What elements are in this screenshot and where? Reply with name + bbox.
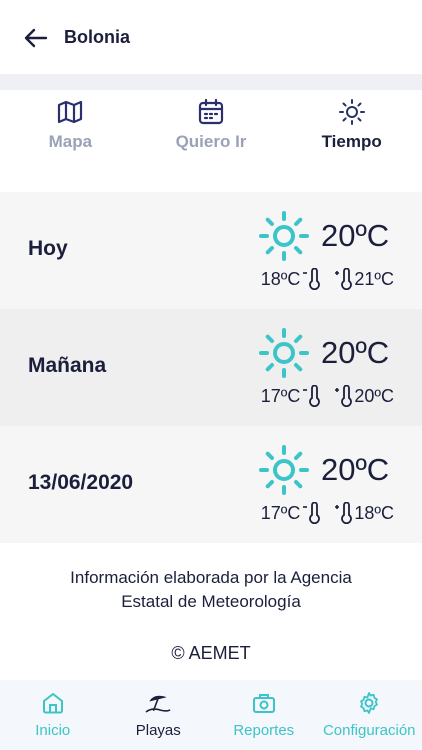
arrow-left-icon bbox=[24, 28, 48, 48]
max-temperature: 21ºC bbox=[354, 268, 394, 289]
thermometer-min-icon bbox=[302, 268, 321, 290]
min-max-temperatures: 17ºC 20ºC bbox=[261, 385, 394, 407]
min-temperature: 17ºC bbox=[260, 502, 301, 523]
nav-label: Reportes bbox=[233, 722, 295, 739]
tab-bar: Mapa Quiero Ir Tiempo bbox=[0, 90, 422, 255]
min-temperature: 18ºC bbox=[260, 268, 301, 289]
nav-playas[interactable]: Playas bbox=[106, 680, 212, 750]
nav-inicio[interactable]: Inicio bbox=[0, 680, 106, 750]
nav-label: Configuración bbox=[322, 722, 416, 739]
tab-quiero-ir[interactable]: Quiero Ir bbox=[141, 90, 282, 166]
max-temperature: 18ºC bbox=[354, 502, 394, 523]
nav-reportes[interactable]: Reportes bbox=[211, 680, 317, 750]
header-separator bbox=[0, 74, 422, 90]
page-title: Bolonia bbox=[64, 27, 130, 47]
thermometer-max-icon bbox=[334, 385, 353, 407]
forecast-day: 13/06/2020 bbox=[28, 471, 134, 494]
min-temperature: 17ºC bbox=[260, 385, 301, 406]
max-temperature: 20ºC bbox=[354, 385, 394, 406]
sun-icon bbox=[338, 98, 366, 126]
bottom-navigation: Inicio Playas Reportes Configuración bbox=[0, 680, 422, 750]
app-header: Bolonia bbox=[0, 0, 422, 74]
sun-icon bbox=[259, 328, 309, 378]
back-button[interactable] bbox=[22, 24, 50, 52]
forecast-list: Hoy 20ºC 18ºC 21ºC Mañana 20ºC 17ºC 20ºC… bbox=[0, 192, 422, 543]
forecast-row: Hoy 20ºC 18ºC 21ºC bbox=[0, 192, 422, 309]
sun-icon bbox=[259, 211, 309, 261]
thermometer-max-icon bbox=[334, 268, 353, 290]
forecast-row: Mañana 20ºC 17ºC 20ºC bbox=[0, 309, 422, 426]
current-temperature: 20ºC bbox=[321, 452, 390, 487]
info-line: Información elaborada por la Agencia bbox=[70, 568, 352, 587]
forecast-row: 13/06/2020 20ºC 17ºC 18ºC bbox=[0, 426, 422, 543]
tab-tiempo[interactable]: Tiempo bbox=[281, 90, 422, 166]
current-temperature: 20ºC bbox=[321, 335, 390, 370]
min-max-temperatures: 17ºC 18ºC bbox=[261, 502, 394, 524]
tab-label: Tiempo bbox=[321, 132, 382, 151]
calendar-icon bbox=[197, 98, 225, 126]
copyright-text: © AEMET bbox=[171, 643, 251, 663]
gear-icon bbox=[356, 690, 382, 716]
thermometer-min-icon bbox=[302, 385, 321, 407]
nav-configuracion[interactable]: Configuración bbox=[317, 680, 422, 750]
info-line: Estatal de Meteorología bbox=[121, 592, 301, 611]
thermometer-max-icon bbox=[334, 502, 353, 524]
map-icon bbox=[56, 98, 84, 126]
beach-umbrella-icon bbox=[145, 690, 171, 716]
tab-mapa[interactable]: Mapa bbox=[0, 90, 141, 166]
forecast-day: Hoy bbox=[28, 237, 68, 260]
thermometer-min-icon bbox=[302, 502, 321, 524]
camera-icon bbox=[251, 690, 277, 716]
nav-label: Playas bbox=[135, 722, 181, 739]
forecast-day: Mañana bbox=[28, 354, 107, 377]
tab-label: Quiero Ir bbox=[175, 132, 247, 151]
current-temperature: 20ºC bbox=[321, 218, 390, 253]
sun-icon bbox=[259, 445, 309, 495]
data-source-info: Información elaborada por la Agencia Est… bbox=[0, 566, 422, 614]
nav-label: Inicio bbox=[35, 722, 71, 739]
min-max-temperatures: 18ºC 21ºC bbox=[261, 268, 394, 290]
home-icon bbox=[40, 690, 66, 716]
tab-label: Mapa bbox=[48, 132, 93, 151]
